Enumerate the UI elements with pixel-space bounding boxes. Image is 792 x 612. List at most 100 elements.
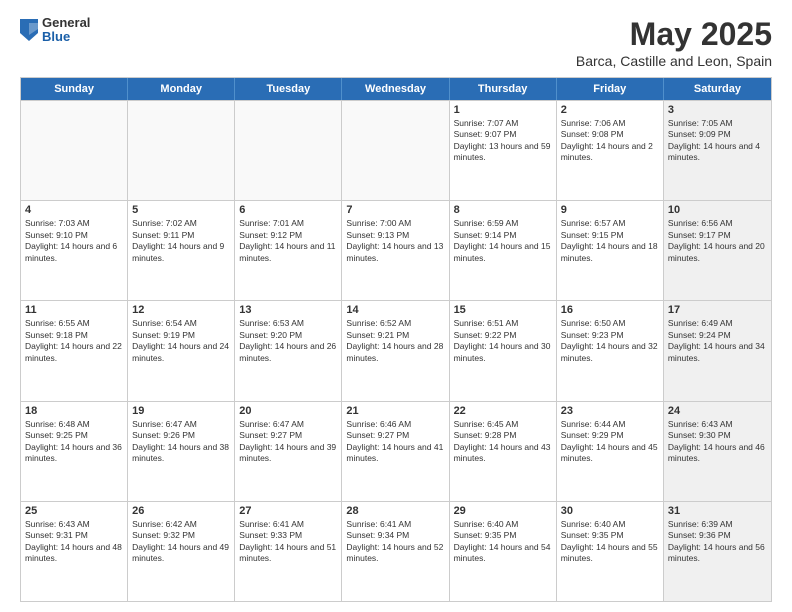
day-number: 9: [561, 204, 659, 216]
day-number: 29: [454, 505, 552, 517]
calendar-day-header: Monday: [128, 78, 235, 100]
subtitle: Barca, Castille and Leon, Spain: [576, 53, 772, 69]
cell-info: Sunrise: 6:42 AM Sunset: 9:32 PM Dayligh…: [132, 519, 230, 565]
calendar-cell: 13Sunrise: 6:53 AM Sunset: 9:20 PM Dayli…: [235, 301, 342, 400]
calendar-day-header: Sunday: [21, 78, 128, 100]
day-number: 28: [346, 505, 444, 517]
header: General Blue May 2025 Barca, Castille an…: [20, 16, 772, 69]
logo-icon: [20, 19, 38, 41]
calendar-cell: 18 Sunrise: 6:48 AM Sunset: 9:25 PM Dayli…: [21, 402, 128, 501]
cell-info: Sunrise: 6:43 AM Sunset: 9:31 PM Dayligh…: [25, 519, 123, 565]
cell-info: Sunrise: 6:48 AM Sunset: 9:25 PM Dayligh…: [25, 419, 123, 465]
calendar-cell: 15 Sunrise: 6:51 AM Sunset: 9:22 PM Dayli…: [450, 301, 557, 400]
cell-info: Sunrise: 7:01 AM Sunset: 9:12 PM Dayligh…: [239, 218, 337, 264]
calendar: SundayMondayTuesdayWednesdayThursdayFrid…: [20, 77, 772, 602]
day-number: 16: [561, 304, 659, 316]
day-number: 12: [132, 304, 230, 316]
cell-info: Sunrise: 6:50 AM Sunset: 9:23 PM Dayligh…: [561, 318, 659, 364]
day-number: 6: [239, 204, 337, 216]
calendar-cell: 22Sunrise: 6:45 AM Sunset: 9:28 PM Dayli…: [450, 402, 557, 501]
calendar-body: 1 Sunrise: 7:07 AM Sunset: 9:07 PM Daylig…: [21, 100, 771, 601]
day-number: 17: [668, 304, 767, 316]
calendar-cell: 16 Sunrise: 6:50 AM Sunset: 9:23 PM Dayli…: [557, 301, 664, 400]
logo-text: General Blue: [42, 16, 90, 45]
calendar-cell: 21Sunrise: 6:46 AM Sunset: 9:27 PM Dayli…: [342, 402, 449, 501]
cell-info: Sunrise: 6:49 AM Sunset: 9:24 PM Dayligh…: [668, 318, 767, 364]
calendar-cell: [21, 101, 128, 200]
calendar-cell: 2Sunrise: 7:06 AM Sunset: 9:08 PM Daylig…: [557, 101, 664, 200]
day-number: 2: [561, 104, 659, 116]
calendar-cell: 23 Sunrise: 6:44 AM Sunset: 9:29 PM Dayli…: [557, 402, 664, 501]
calendar-cell: 11 Sunrise: 6:55 AM Sunset: 9:18 PM Dayli…: [21, 301, 128, 400]
calendar-cell: 10Sunrise: 6:56 AM Sunset: 9:17 PM Dayli…: [664, 201, 771, 300]
cell-info: Sunrise: 6:54 AM Sunset: 9:19 PM Dayligh…: [132, 318, 230, 364]
calendar-header: SundayMondayTuesdayWednesdayThursdayFrid…: [21, 78, 771, 100]
cell-info: Sunrise: 6:57 AM Sunset: 9:15 PM Dayligh…: [561, 218, 659, 264]
calendar-week-row: 25 Sunrise: 6:43 AM Sunset: 9:31 PM Dayli…: [21, 501, 771, 601]
day-number: 24: [668, 405, 767, 417]
logo-blue-text: Blue: [42, 30, 90, 44]
day-number: 4: [25, 204, 123, 216]
calendar-cell: 28 Sunrise: 6:41 AM Sunset: 9:34 PM Dayli…: [342, 502, 449, 601]
calendar-cell: [342, 101, 449, 200]
calendar-cell: 24 Sunrise: 6:43 AM Sunset: 9:30 PM Dayli…: [664, 402, 771, 501]
day-number: 19: [132, 405, 230, 417]
day-number: 18: [25, 405, 123, 417]
cell-info: Sunrise: 6:40 AM Sunset: 9:35 PM Dayligh…: [454, 519, 552, 565]
calendar-day-header: Friday: [557, 78, 664, 100]
day-number: 5: [132, 204, 230, 216]
day-number: 15: [454, 304, 552, 316]
cell-info: Sunrise: 7:05 AM Sunset: 9:09 PM Dayligh…: [668, 118, 767, 164]
day-number: 3: [668, 104, 767, 116]
calendar-cell: 1 Sunrise: 7:07 AM Sunset: 9:07 PM Daylig…: [450, 101, 557, 200]
cell-info: Sunrise: 6:59 AM Sunset: 9:14 PM Dayligh…: [454, 218, 552, 264]
day-number: 26: [132, 505, 230, 517]
day-number: 7: [346, 204, 444, 216]
day-number: 25: [25, 505, 123, 517]
calendar-week-row: 1 Sunrise: 7:07 AM Sunset: 9:07 PM Daylig…: [21, 100, 771, 200]
calendar-cell: 27Sunrise: 6:41 AM Sunset: 9:33 PM Dayli…: [235, 502, 342, 601]
day-number: 31: [668, 505, 767, 517]
day-number: 20: [239, 405, 337, 417]
cell-info: Sunrise: 6:46 AM Sunset: 9:27 PM Dayligh…: [346, 419, 444, 465]
calendar-day-header: Thursday: [450, 78, 557, 100]
cell-info: Sunrise: 6:47 AM Sunset: 9:26 PM Dayligh…: [132, 419, 230, 465]
cell-info: Sunrise: 6:45 AM Sunset: 9:28 PM Dayligh…: [454, 419, 552, 465]
cell-info: Sunrise: 7:07 AM Sunset: 9:07 PM Dayligh…: [454, 118, 552, 164]
calendar-cell: 12 Sunrise: 6:54 AM Sunset: 9:19 PM Dayli…: [128, 301, 235, 400]
day-number: 14: [346, 304, 444, 316]
day-number: 11: [25, 304, 123, 316]
calendar-cell: 17 Sunrise: 6:49 AM Sunset: 9:24 PM Dayli…: [664, 301, 771, 400]
calendar-cell: 25 Sunrise: 6:43 AM Sunset: 9:31 PM Dayli…: [21, 502, 128, 601]
calendar-cell: 5Sunrise: 7:02 AM Sunset: 9:11 PM Daylig…: [128, 201, 235, 300]
day-number: 13: [239, 304, 337, 316]
day-number: 27: [239, 505, 337, 517]
calendar-cell: 9 Sunrise: 6:57 AM Sunset: 9:15 PM Daylig…: [557, 201, 664, 300]
calendar-cell: 6 Sunrise: 7:01 AM Sunset: 9:12 PM Daylig…: [235, 201, 342, 300]
calendar-day-header: Saturday: [664, 78, 771, 100]
page: General Blue May 2025 Barca, Castille an…: [0, 0, 792, 612]
cell-info: Sunrise: 6:43 AM Sunset: 9:30 PM Dayligh…: [668, 419, 767, 465]
calendar-cell: 19 Sunrise: 6:47 AM Sunset: 9:26 PM Dayli…: [128, 402, 235, 501]
cell-info: Sunrise: 6:41 AM Sunset: 9:34 PM Dayligh…: [346, 519, 444, 565]
day-number: 1: [454, 104, 552, 116]
calendar-cell: [235, 101, 342, 200]
day-number: 10: [668, 204, 767, 216]
calendar-cell: 4Sunrise: 7:03 AM Sunset: 9:10 PM Daylig…: [21, 201, 128, 300]
cell-info: Sunrise: 6:51 AM Sunset: 9:22 PM Dayligh…: [454, 318, 552, 364]
logo: General Blue: [20, 16, 90, 45]
calendar-cell: 7 Sunrise: 7:00 AM Sunset: 9:13 PM Daylig…: [342, 201, 449, 300]
cell-info: Sunrise: 6:39 AM Sunset: 9:36 PM Dayligh…: [668, 519, 767, 565]
logo-general-text: General: [42, 16, 90, 30]
calendar-week-row: 4Sunrise: 7:03 AM Sunset: 9:10 PM Daylig…: [21, 200, 771, 300]
calendar-cell: [128, 101, 235, 200]
cell-info: Sunrise: 6:44 AM Sunset: 9:29 PM Dayligh…: [561, 419, 659, 465]
calendar-cell: 30Sunrise: 6:40 AM Sunset: 9:35 PM Dayli…: [557, 502, 664, 601]
cell-info: Sunrise: 7:00 AM Sunset: 9:13 PM Dayligh…: [346, 218, 444, 264]
calendar-cell: 20Sunrise: 6:47 AM Sunset: 9:27 PM Dayli…: [235, 402, 342, 501]
calendar-day-header: Tuesday: [235, 78, 342, 100]
calendar-week-row: 18 Sunrise: 6:48 AM Sunset: 9:25 PM Dayli…: [21, 401, 771, 501]
cell-info: Sunrise: 6:55 AM Sunset: 9:18 PM Dayligh…: [25, 318, 123, 364]
calendar-cell: 3 Sunrise: 7:05 AM Sunset: 9:09 PM Daylig…: [664, 101, 771, 200]
day-number: 23: [561, 405, 659, 417]
